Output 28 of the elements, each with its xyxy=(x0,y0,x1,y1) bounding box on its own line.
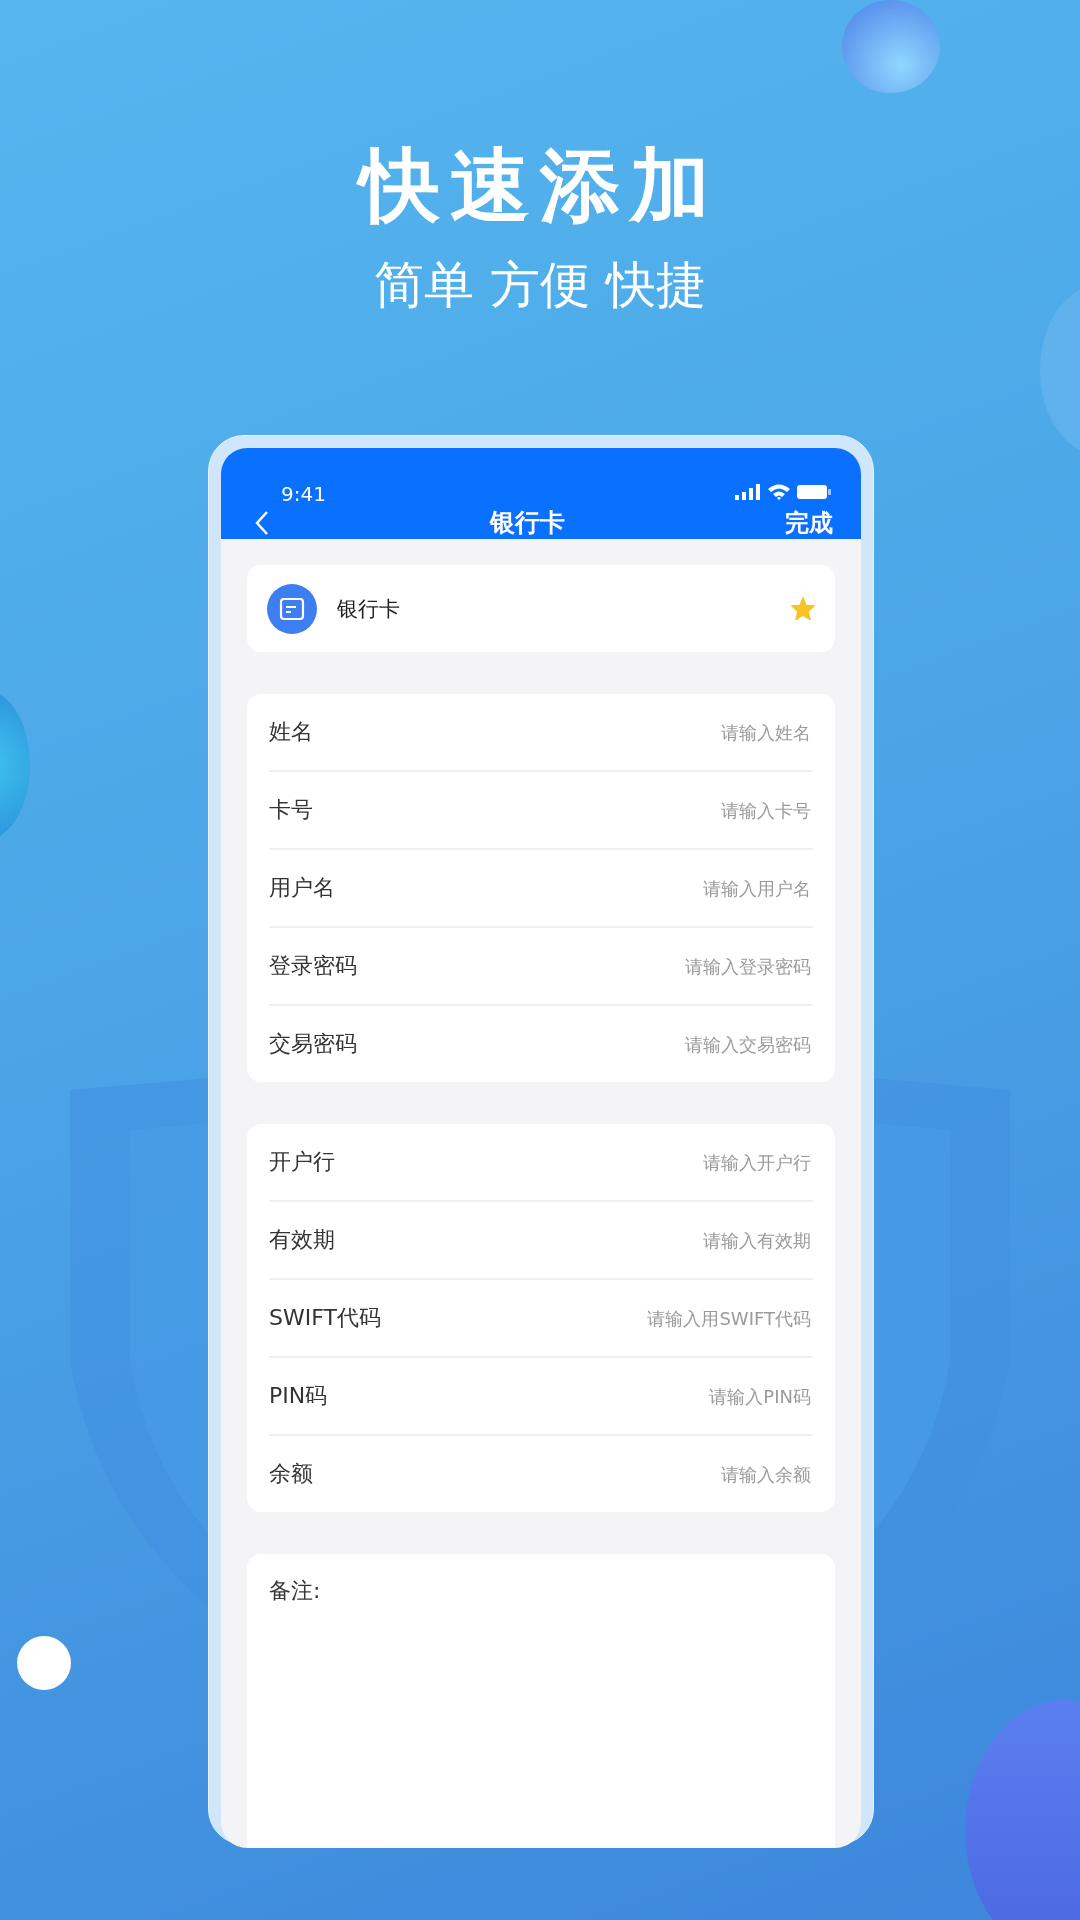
input-field[interactable]: 请输入用SWIFT代码 xyxy=(509,1306,813,1330)
field-label: 有效期 xyxy=(269,1226,335,1254)
input-field[interactable]: 请输入余额 xyxy=(509,1462,813,1486)
field-label: 用户名 xyxy=(269,874,335,902)
status-time: 9:41 xyxy=(281,482,326,506)
input-field[interactable]: 请输入交易密码 xyxy=(509,1032,813,1056)
input-field[interactable]: 请输入有效期 xyxy=(509,1228,813,1252)
tagline: 简单 方便 快捷 xyxy=(374,255,706,315)
field-label: 登录密码 xyxy=(269,952,357,980)
field-label: PIN码 xyxy=(269,1382,328,1410)
input-field[interactable]: 请输入卡号 xyxy=(509,798,813,822)
input-field[interactable]: 请输入登录密码 xyxy=(509,954,813,978)
category-card[interactable]: 银行卡 xyxy=(247,565,835,652)
input-field[interactable]: 请输入PIN码 xyxy=(509,1384,813,1408)
notes-card[interactable]: 备注: xyxy=(247,1554,835,1848)
field-label: 姓名 xyxy=(269,718,313,746)
field-label: 余额 xyxy=(269,1460,313,1488)
field-label: SWIFT代码 xyxy=(269,1304,381,1332)
page-title: 银行卡 xyxy=(489,507,565,539)
input-field[interactable]: 请输入用户名 xyxy=(509,876,813,900)
input-field[interactable]: 请输入姓名 xyxy=(509,720,813,744)
field-label: 开户行 xyxy=(269,1148,335,1176)
field-label: 交易密码 xyxy=(269,1030,357,1058)
notes-label: 备注: xyxy=(269,1577,322,1605)
field-label: 卡号 xyxy=(269,796,313,824)
input-field[interactable]: 请输入开户行 xyxy=(509,1150,813,1174)
done-button[interactable]: 完成 xyxy=(785,506,833,539)
category-label: 银行卡 xyxy=(337,595,401,623)
